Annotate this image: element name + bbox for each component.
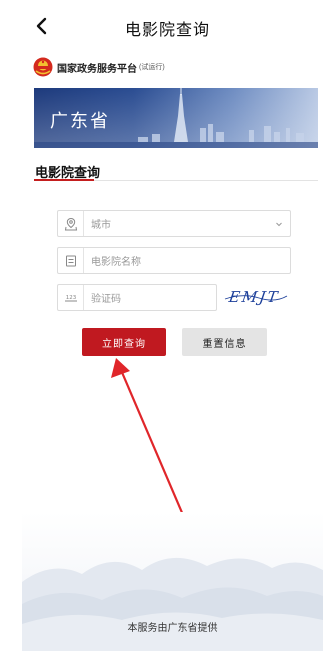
chevron-down-icon [268, 211, 290, 236]
captcha-input[interactable]: 123 验证码 [57, 284, 217, 311]
reset-info-button[interactable]: 重置信息 [182, 328, 267, 356]
platform-name: 国家政务服务平台 [57, 63, 137, 75]
document-icon [58, 248, 84, 273]
cinema-name-input[interactable]: 电影院名称 [57, 247, 291, 274]
platform-tag: (试运行) [139, 64, 165, 71]
city-select[interactable]: 城市 [57, 210, 291, 237]
query-now-button[interactable]: 立即查询 [82, 328, 166, 356]
captcha-code-icon: 123 [58, 285, 84, 310]
cinema-name-placeholder: 电影院名称 [91, 257, 141, 268]
footer-provider-text: 本服务由广东省提供 [127, 623, 218, 634]
province-banner: 广东省 [34, 88, 318, 148]
platform-header: 国家政务服务平台 (试运行) [33, 56, 165, 78]
city-select-placeholder: 城市 [91, 220, 111, 231]
location-icon [58, 211, 84, 236]
captcha-image[interactable]: EMJT [223, 284, 289, 310]
captcha-placeholder: 验证码 [91, 294, 121, 305]
section-accent-underline [34, 179, 94, 181]
banner-title: 广东省 [50, 111, 110, 131]
svg-text:123: 123 [65, 295, 76, 301]
national-emblem-icon [33, 57, 53, 77]
top-nav-bar: 电影院查询 [0, 0, 335, 52]
page-title: 电影院查询 [124, 22, 210, 39]
